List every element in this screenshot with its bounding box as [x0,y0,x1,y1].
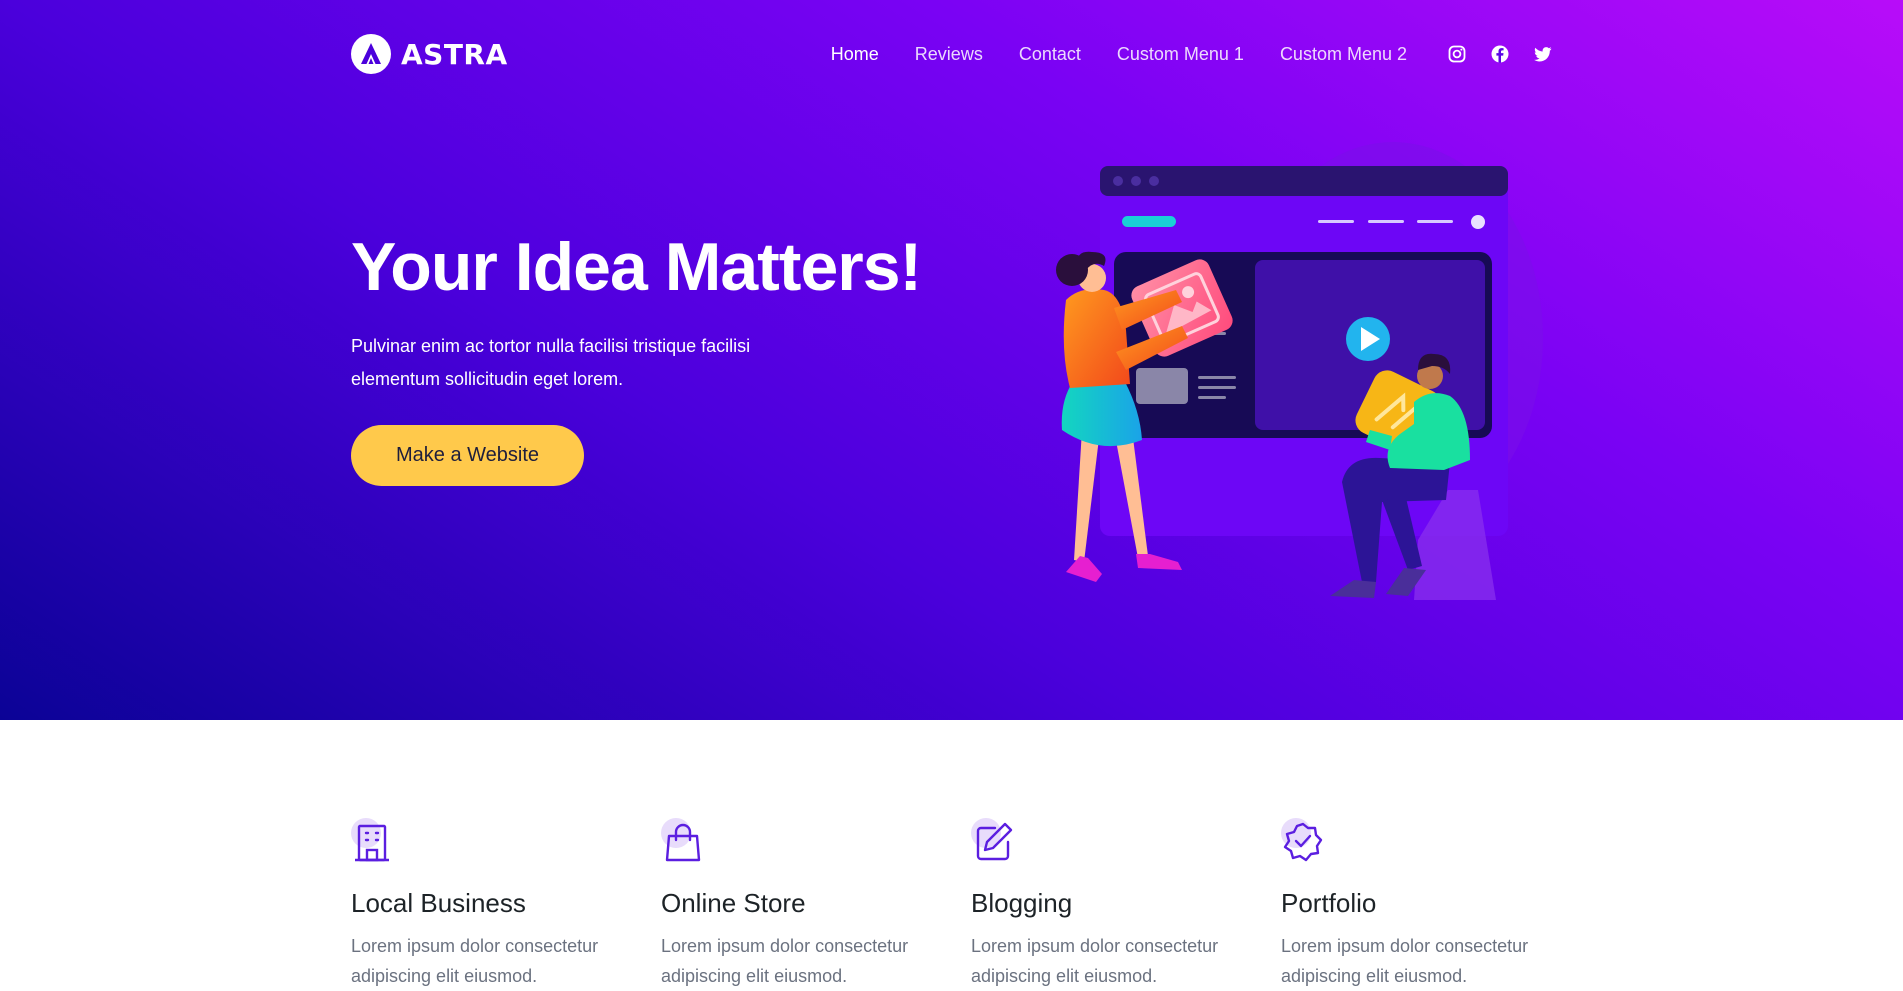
feature-description: Lorem ipsum dolor consectetur adipiscing… [1281,936,1529,986]
feature-title: Portfolio [1281,888,1377,918]
feature-description: Lorem ipsum dolor consectetur adipiscing… [661,936,909,986]
badge-check-icon [1281,818,1323,862]
edit-icon [971,818,1013,861]
feature-description: Lorem ipsum dolor consectetur adipiscing… [971,936,1219,986]
nav-item-custom-menu-2[interactable]: Custom Menu 2 [1280,44,1407,65]
brand-name: ASTRA [401,37,508,71]
social-links [1447,44,1553,64]
site-header: ASTRA Home Reviews Contact Custom Menu 1… [351,0,1553,108]
feature-title: Blogging [971,888,1073,918]
shopping-bag-icon [661,818,701,862]
hero-illustration [1056,142,1543,600]
nav-item-reviews[interactable]: Reviews [915,44,983,65]
main-nav: Home Reviews Contact Custom Menu 1 Custo… [795,34,1553,74]
feature-card: Local Business Lorem ipsum dolor consect… [351,818,641,991]
feature-description: Lorem ipsum dolor consectetur adipiscing… [351,936,599,986]
building-icon [351,818,389,862]
nav-item-contact[interactable]: Contact [1019,44,1081,65]
hero-section: ASTRA Home Reviews Contact Custom Menu 1… [0,0,1903,720]
twitter-icon[interactable] [1533,44,1553,64]
astra-logo-icon [351,34,391,74]
nav-item-home[interactable]: Home [831,44,879,65]
feature-card: Blogging Lorem ipsum dolor consectetur a… [971,818,1261,991]
feature-title: Local Business [351,888,526,918]
make-website-button[interactable]: Make a Website [351,425,584,486]
facebook-icon[interactable] [1490,44,1510,64]
nav-item-custom-menu-1[interactable]: Custom Menu 1 [1117,44,1244,65]
instagram-icon[interactable] [1447,44,1467,64]
site-logo[interactable]: ASTRA [351,34,508,74]
feature-card: Online Store Lorem ipsum dolor consectet… [661,818,951,991]
features-section: Local Business Lorem ipsum dolor consect… [351,818,1553,986]
feature-title: Online Store [661,888,806,918]
hero-description: Pulvinar enim ac tortor nulla facilisi t… [351,336,751,389]
hero-title: Your Idea Matters! [351,229,922,305]
feature-card: Portfolio Lorem ipsum dolor consectetur … [1281,818,1571,991]
